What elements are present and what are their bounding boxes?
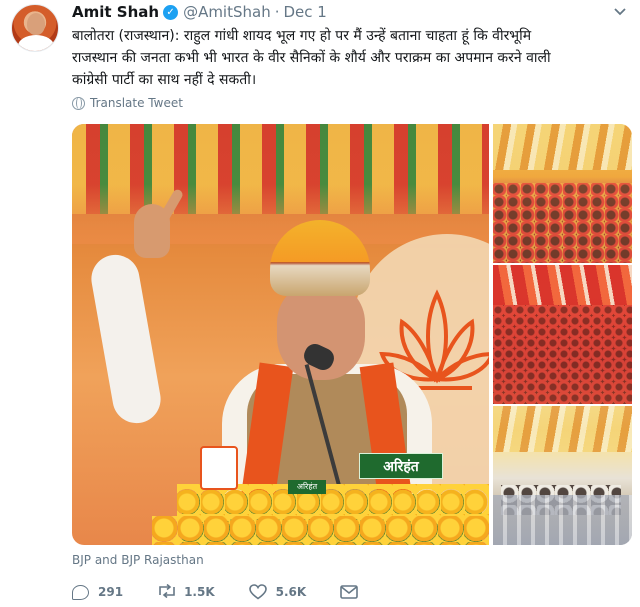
tweet-header: Amit Shah ✓ @AmitShah · Dec 1 — [72, 2, 327, 22]
direct-message-button[interactable] — [340, 584, 358, 600]
verified-badge-icon: ✓ — [163, 4, 179, 20]
reply-count: 291 — [98, 585, 124, 599]
media-watermark: अरिहंत — [359, 453, 443, 479]
translate-tweet-link[interactable]: Translate Tweet — [72, 96, 183, 110]
translate-label[interactable]: Translate Tweet — [90, 96, 183, 110]
media-watermark-small: अरिहंत — [288, 480, 326, 494]
main-photo[interactable]: अरिहंत अरिहंत — [72, 124, 489, 545]
author-name[interactable]: Amit Shah — [72, 3, 159, 21]
retweet-icon — [157, 583, 175, 600]
tweet-text-line-3: कांग्रेसी पार्टी का साथ नहीं दे सकती। — [72, 72, 257, 88]
photo-canopy — [493, 265, 632, 305]
like-count: 5.6K — [275, 585, 307, 599]
avatar-shoulders — [18, 35, 54, 51]
photo-party-badge — [200, 446, 238, 490]
like-button[interactable]: 5.6K — [248, 584, 307, 600]
tweet: Amit Shah ✓ @AmitShah · Dec 1 बालोतरा (र… — [0, 0, 640, 607]
reply-icon — [72, 584, 89, 600]
side-photo-1[interactable] — [493, 124, 632, 263]
photo-arm — [87, 251, 165, 427]
photo-crowd-red — [493, 305, 632, 404]
envelope-icon — [340, 584, 358, 600]
heart-icon — [248, 584, 267, 600]
photo-flowers-front — [152, 516, 489, 545]
photo-crowd — [493, 183, 632, 263]
side-photo-3[interactable] — [493, 406, 632, 545]
retweet-count: 1.5K — [184, 585, 215, 599]
side-photo-2[interactable] — [493, 265, 632, 404]
avatar-face — [27, 13, 45, 35]
photo-tent-stripes — [493, 124, 632, 170]
tweet-date[interactable]: Dec 1 — [284, 3, 327, 21]
photo-credit[interactable]: BJP and BJP Rajasthan — [72, 553, 204, 567]
chevron-down-icon[interactable] — [612, 6, 628, 18]
reply-button[interactable]: 291 — [72, 584, 124, 600]
tweet-actions: 291 1.5K 5.6K — [72, 582, 392, 602]
photo-chairs — [493, 495, 632, 545]
tweet-text-line-2: राजस्थान की जनता कभी भी भारत के वीर सैनि… — [72, 50, 551, 66]
photo-tent-stripes-2 — [493, 406, 632, 452]
media-grid: अरिहंत अरिहंत — [72, 124, 632, 545]
avatar[interactable] — [11, 4, 59, 52]
tweet-text-line-1: बालोतरा (राजस्थान): राहुल गांधी शायद भूल… — [72, 28, 532, 44]
globe-icon — [72, 96, 85, 110]
tweet-text: बालोतरा (राजस्थान): राहुल गांधी शायद भूल… — [72, 25, 632, 91]
author-handle[interactable]: @AmitShah — [183, 3, 271, 21]
retweet-button[interactable]: 1.5K — [157, 583, 215, 600]
separator-dot: · — [274, 3, 280, 21]
